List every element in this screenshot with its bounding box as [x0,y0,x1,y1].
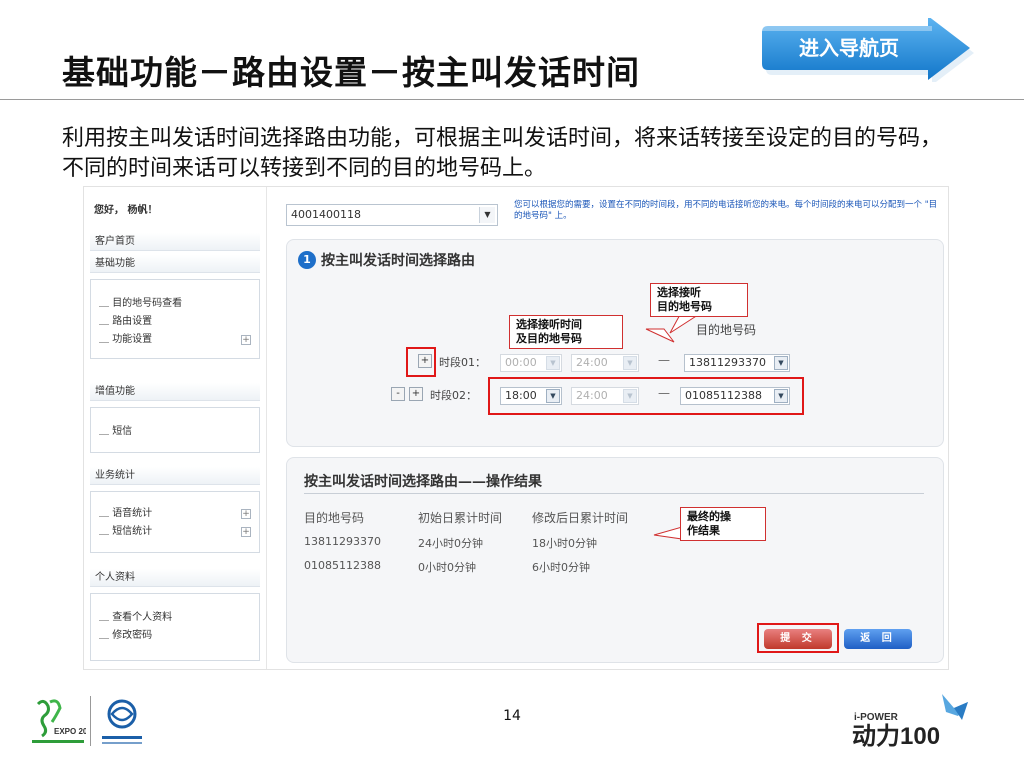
expo-logo: EXPO 2010 [30,696,97,754]
china-mobile-logo [92,696,152,754]
page-number: 14 [503,708,521,724]
nav-home-button[interactable]: 进入导航页 [760,18,976,82]
ipower-logo: i-POWER 动力100 [850,690,980,758]
svg-text:i-POWER: i-POWER [854,712,899,723]
svg-text:EXPO 2010: EXPO 2010 [54,727,86,736]
app-screenshot: 您好， 杨帆！ 客户首页 基础功能 ＿ 目的地号码查看 ＿ 路由设置 ＿ 功能设… [83,186,949,670]
slide-title: 基础功能－路由设置－按主叫发话时间 [62,53,640,92]
intro-text: 利用按主叫发话时间选择路由功能，可根据主叫发话时间，将来话转接至设定的目的号码，… [62,126,943,181]
callout-pointers [645,310,706,540]
nav-home-label: 进入导航页 [799,36,899,60]
title-divider [0,99,1024,100]
svg-text:动力100: 动力100 [852,723,940,750]
callout-destination: 选择接听 目的地号码 [650,283,748,317]
footer-divider [90,696,91,746]
callout-final-result: 最终的操 作结果 [680,507,766,541]
callout-time-and-number: 选择接听时间 及目的地号码 [509,315,623,349]
